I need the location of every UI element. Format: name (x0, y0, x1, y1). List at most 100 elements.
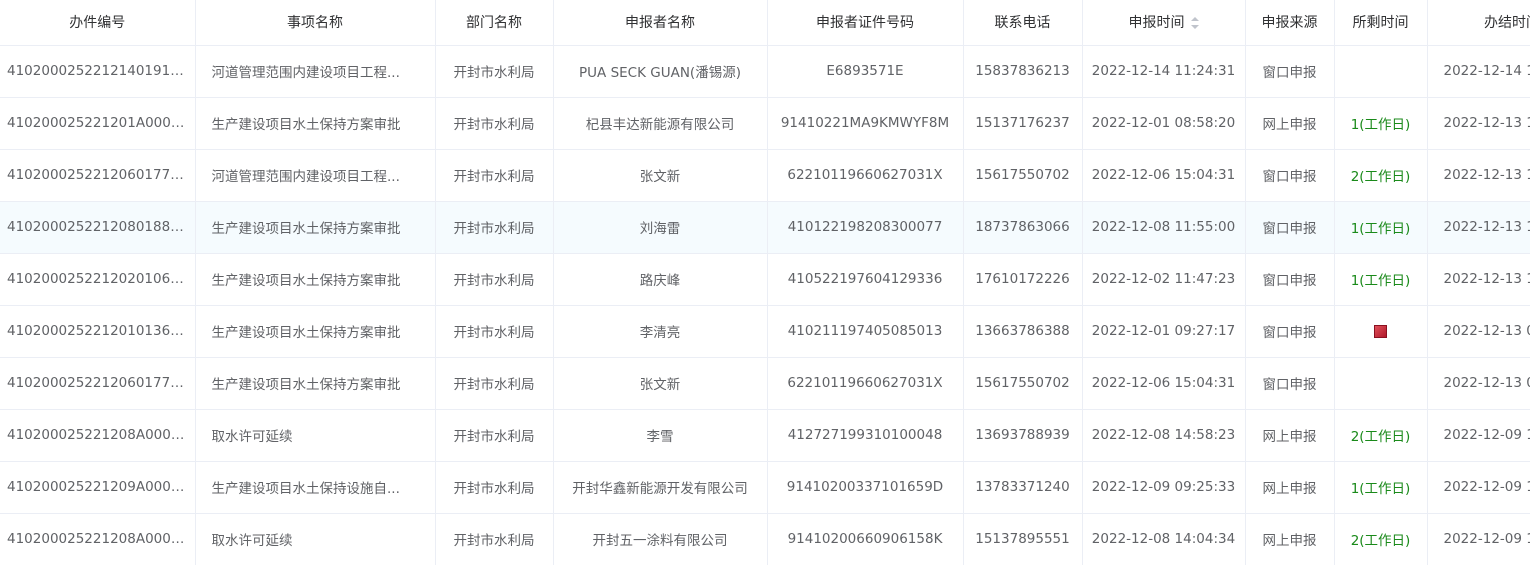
header-apply-time[interactable]: 申报时间 (1082, 0, 1246, 46)
cell-department: 开封市水利局 (435, 357, 554, 410)
cell-item-name: 河道管理范围内建设项目工程... (195, 149, 436, 202)
cell-text: 4102000252212010136304 (7, 323, 195, 339)
cell-text: 2022-12-13 1 (1443, 271, 1530, 287)
cell-text: 410200025221208A000002 (7, 531, 195, 547)
cell-remaining-time: 1(工作日) (1334, 253, 1428, 306)
cell-text: 开封市水利局 (453, 325, 535, 341)
cell-applicant-id: 91410200337101659D (767, 461, 964, 514)
sort-ascending-icon[interactable] (1190, 17, 1199, 22)
cell-source: 窗口申报 (1245, 201, 1335, 254)
table-row[interactable]: 4102000252212080188922 生产建设项目水土保持方案审批 开封市水… (0, 201, 1530, 254)
cell-text: 4102000252212060177049 (7, 167, 195, 183)
cell-text: 李清亮 (639, 325, 681, 341)
cell-text: 窗口申报 (1262, 65, 1317, 81)
header-remaining-time: 所剩时间 (1334, 0, 1428, 46)
overdue-status-icon (1374, 324, 1387, 338)
cell-text: 开封市水利局 (453, 533, 535, 549)
cell-phone: 13663786388 (963, 305, 1083, 358)
cell-phone: 18737863066 (963, 201, 1083, 254)
cell-completion-time: 2022-12-09 1 (1427, 409, 1530, 462)
cell-text: 路庆峰 (639, 273, 681, 289)
cell-applicant-id: E6893571E (767, 45, 964, 98)
cell-case-number: 4102000252212060177049 (0, 149, 196, 202)
cell-case-number: 410200025221209A000001 (0, 461, 196, 514)
cell-remaining-time: 1(工作日) (1334, 461, 1428, 514)
cell-source: 窗口申报 (1245, 357, 1335, 410)
cell-case-number: 410200025221201A000001 (0, 97, 196, 150)
cell-text: 取水许可延续 (211, 533, 293, 549)
cell-text: 2022-12-02 11:47:23 (1091, 271, 1236, 287)
cell-text: 410122198208300077 (787, 219, 943, 235)
table-row[interactable]: 410200025221208A000003 取水许可延续 开封市水利局 李雪 4127… (0, 409, 1530, 462)
sort-caret-icon[interactable] (1190, 17, 1199, 30)
table-row[interactable]: 4102000252212020106846 生产建设项目水土保持方案审批 开封市水… (0, 253, 1530, 306)
cell-item-name: 生产建设项目水土保持设施自... (195, 461, 436, 514)
cell-applicant-name: 李雪 (553, 409, 768, 462)
cell-phone: 15617550702 (963, 149, 1083, 202)
cell-text: 15837836213 (975, 63, 1070, 79)
cell-remaining-time (1334, 45, 1428, 98)
cell-text: 1(工作日) (1350, 273, 1411, 289)
cell-applicant-id: 410211197405085013 (767, 305, 964, 358)
cell-text: 开封市水利局 (453, 273, 535, 289)
cell-source: 窗口申报 (1245, 45, 1335, 98)
cell-applicant-name: 路庆峰 (553, 253, 768, 306)
table-row[interactable]: 4102000252212140191667 河道管理范围内建设项目工程... 开封… (0, 45, 1530, 98)
cell-text: 窗口申报 (1262, 273, 1317, 289)
cell-text: 2022-12-08 14:04:34 (1091, 531, 1236, 547)
cell-item-name: 生产建设项目水土保持方案审批 (195, 97, 436, 150)
table-row[interactable]: 4102000252212060177055 生产建设项目水土保持方案审批 开封市水… (0, 357, 1530, 410)
cell-text: 2022-12-09 1 (1443, 427, 1530, 443)
cell-text: 窗口申报 (1262, 325, 1317, 341)
cell-remaining-time: 1(工作日) (1334, 201, 1428, 254)
cell-applicant-id: 91410200660906158K (767, 513, 964, 565)
cell-department: 开封市水利局 (435, 305, 554, 358)
cell-department: 开封市水利局 (435, 253, 554, 306)
cell-text: 4102000252212060177055 (7, 375, 195, 391)
cell-text: 张文新 (639, 377, 681, 393)
sort-descending-icon[interactable] (1190, 25, 1199, 30)
cell-text: 2022-12-09 1 (1443, 479, 1530, 495)
cell-text: 2(工作日) (1350, 429, 1411, 445)
cell-text: 开封五一涂料有限公司 (592, 533, 728, 549)
header-label: 联系电话 (994, 15, 1051, 32)
header-label: 办件编号 (69, 15, 126, 32)
cell-completion-time: 2022-12-13 1 (1427, 253, 1530, 306)
cell-text: 2(工作日) (1350, 533, 1411, 549)
table-row[interactable]: 410200025221209A000001 生产建设项目水土保持设施自... 开封… (0, 461, 1530, 514)
table-row[interactable]: 4102000252212060177049 河道管理范围内建设项目工程... 开封… (0, 149, 1530, 202)
cell-department: 开封市水利局 (435, 45, 554, 98)
cell-text: 开封市水利局 (453, 221, 535, 237)
cell-text: 62210119660627031X (787, 375, 943, 391)
cell-applicant-id: 62210119660627031X (767, 357, 964, 410)
header-label: 申报者名称 (625, 15, 695, 32)
cell-department: 开封市水利局 (435, 149, 554, 202)
cell-text: 1(工作日) (1350, 221, 1411, 237)
header-label: 事项名称 (287, 15, 343, 32)
cell-phone: 15137895551 (963, 513, 1083, 565)
table-row[interactable]: 410200025221201A000001 生产建设项目水土保持方案审批 开封市水… (0, 97, 1530, 150)
header-item-name: 事项名称 (195, 0, 436, 46)
cell-department: 开封市水利局 (435, 97, 554, 150)
cell-remaining-time (1334, 357, 1428, 410)
cell-phone: 15837836213 (963, 45, 1083, 98)
cell-text: 410200025221209A000001 (7, 479, 195, 495)
cell-text: 杞县丰达新能源有限公司 (585, 117, 735, 133)
cell-text: 1(工作日) (1350, 481, 1411, 497)
cell-applicant-id: 410522197604129336 (767, 253, 964, 306)
cell-text: 生产建设项目水土保持方案审批 (211, 325, 401, 341)
cell-source: 网上申报 (1245, 461, 1335, 514)
cell-case-number: 4102000252212080188922 (0, 201, 196, 254)
cell-text: 生产建设项目水土保持设施自... (211, 481, 400, 497)
cell-text: 410211197405085013 (787, 323, 943, 339)
table-row[interactable]: 4102000252212010136304 生产建设项目水土保持方案审批 开封市水… (0, 305, 1530, 358)
cell-text: 网上申报 (1262, 429, 1317, 445)
cell-phone: 13783371240 (963, 461, 1083, 514)
cell-text: 4102000252212080188922 (7, 219, 195, 235)
cell-text: 2022-12-13 0 (1443, 323, 1530, 339)
header-applicant-id: 申报者证件号码 (767, 0, 964, 46)
applications-table: 办件编号 事项名称 部门名称 申报者名称 申报者证件号码 联系电话 申报时间 申报来源 所剩时间… (0, 0, 1530, 565)
header-label: 申报时间 (1128, 15, 1185, 32)
cell-apply-time: 2022-12-06 15:04:31 (1082, 149, 1246, 202)
table-row[interactable]: 410200025221208A000002 取水许可延续 开封市水利局 开封五一涂料… (0, 513, 1530, 565)
